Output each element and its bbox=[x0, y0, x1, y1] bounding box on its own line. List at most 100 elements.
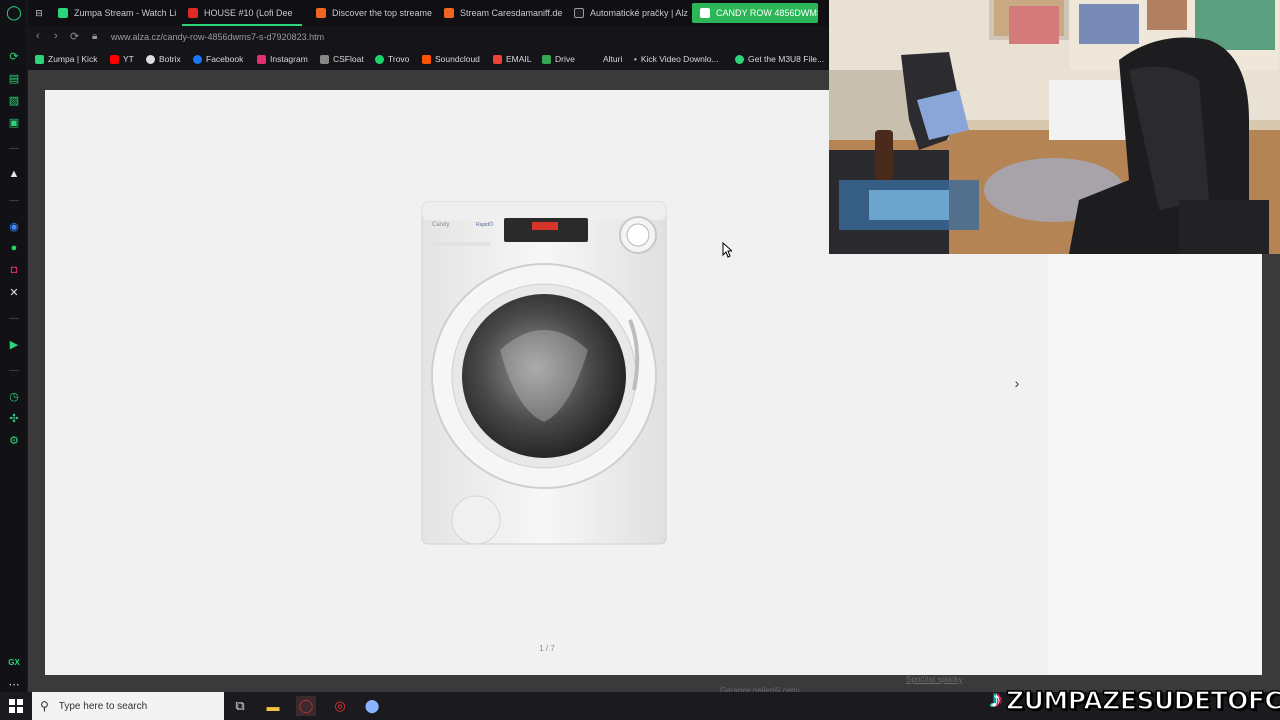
google-drive-icon bbox=[542, 54, 551, 64]
watermark-text: ZUMPAZESUDETOFC bbox=[1005, 685, 1280, 716]
bookmark-zumpa-kick[interactable]: Zumpa | Kick bbox=[35, 54, 97, 64]
bookmarks-bar: Zumpa | Kick YT Botrix Facebook Instagra… bbox=[28, 50, 828, 70]
facebook-icon bbox=[193, 54, 202, 64]
settings-gear-icon[interactable]: ⚙ bbox=[6, 432, 22, 448]
youtube-icon bbox=[188, 8, 198, 18]
bookmark-soundcloud[interactable]: Soundcloud bbox=[422, 54, 480, 64]
refresh-sidebar-icon[interactable]: ⟳ bbox=[6, 48, 22, 64]
tab-label: CANDY ROW 4856DWMS bbox=[716, 8, 818, 18]
extensions-icon[interactable]: ✣ bbox=[6, 410, 22, 426]
bookmark-label: YT bbox=[123, 54, 134, 64]
lightbox-side-panel bbox=[1048, 254, 1262, 675]
bookmark-instagram[interactable]: Instagram bbox=[257, 54, 308, 64]
tab-label: HOUSE #10 (Lofi Dee bbox=[204, 8, 293, 18]
bookmark-label: Get the M3U8 File... bbox=[748, 54, 825, 64]
task-view-icon[interactable]: ⧉ bbox=[230, 696, 250, 716]
soundcloud-icon bbox=[444, 8, 454, 18]
music-player-icon[interactable]: ▣ bbox=[6, 114, 22, 130]
more-options-icon[interactable]: ⋯ bbox=[6, 676, 22, 692]
tab-label: Automatické pračky | Alz bbox=[590, 8, 688, 18]
bookmark-label: CSFloat bbox=[333, 54, 364, 64]
chevron-right-icon: › bbox=[1014, 375, 1020, 391]
kick-icon bbox=[58, 8, 68, 18]
lock-icon: 🔒︎ bbox=[92, 31, 98, 42]
bookmark-label: Alturi bbox=[603, 54, 623, 64]
tab-discover-streamers[interactable]: Discover the top streame bbox=[308, 3, 432, 23]
gx-control-icon[interactable]: ▤ bbox=[6, 70, 22, 86]
kick-icon bbox=[35, 54, 44, 64]
url-field[interactable]: www.alza.cz/candy-row-4856dwms7-s-d79208… bbox=[111, 32, 324, 42]
youtube-icon bbox=[110, 54, 119, 64]
bookmark-yt[interactable]: YT bbox=[110, 54, 134, 64]
trovo-icon bbox=[375, 54, 384, 64]
taskbar-search[interactable]: ⚲ Type here to search bbox=[32, 692, 224, 720]
history-icon[interactable]: ◷ bbox=[6, 388, 22, 404]
player-icon[interactable]: ▶ bbox=[6, 336, 22, 352]
tab-zumpa-stream[interactable]: Zumpa Stream - Watch Li bbox=[50, 3, 176, 23]
bookmark-botrix[interactable]: Botrix bbox=[146, 54, 181, 64]
start-button[interactable] bbox=[0, 692, 32, 720]
bookmark-trovo[interactable]: Trovo bbox=[375, 54, 409, 64]
tab-stream-caresdamaniff[interactable]: Stream Caresdamaniff.de bbox=[436, 3, 562, 23]
back-icon[interactable]: ‹ bbox=[36, 30, 40, 42]
m3u8-icon bbox=[735, 54, 744, 64]
mouse-cursor-icon bbox=[722, 242, 732, 258]
alza-icon bbox=[700, 8, 710, 18]
svg-text:Candy: Candy bbox=[432, 222, 449, 228]
next-image-button[interactable]: › bbox=[1006, 372, 1028, 394]
botrix-icon bbox=[146, 54, 155, 64]
bookmark-alturi[interactable]: Alturi bbox=[590, 54, 622, 64]
bookmark-drive[interactable]: Drive bbox=[542, 54, 575, 64]
address-bar: ‹ › ⟳ 🔒︎ www.alza.cz/candy-row-4856dwms7… bbox=[28, 26, 828, 50]
bookmark-m3u8[interactable]: Get the M3U8 File... bbox=[735, 54, 824, 64]
bullet-icon: • bbox=[634, 54, 637, 64]
bookmark-label: Soundcloud bbox=[435, 54, 480, 64]
tab-menu-icon[interactable]: ⊟ bbox=[30, 3, 48, 23]
calculate-installments-link[interactable]: Spočítat splátky bbox=[906, 675, 962, 684]
bookmark-facebook[interactable]: Facebook bbox=[193, 54, 243, 64]
bookmark-email[interactable]: EMAIL bbox=[493, 54, 532, 64]
forward-icon[interactable]: › bbox=[54, 30, 58, 42]
soundcloud-icon bbox=[316, 8, 326, 18]
bookmark-label: Drive bbox=[555, 54, 575, 64]
tab-house-lofi[interactable]: HOUSE #10 (Lofi Dee bbox=[180, 3, 304, 23]
reload-icon[interactable]: ⟳ bbox=[70, 30, 79, 43]
webcam-overlay bbox=[829, 0, 1280, 254]
steam-icon[interactable]: ⬤ bbox=[362, 696, 382, 716]
instagram-icon[interactable]: ◘ bbox=[6, 262, 22, 278]
windows-logo-icon bbox=[9, 699, 23, 713]
folder-icon bbox=[590, 54, 599, 64]
instagram-icon bbox=[257, 54, 266, 64]
messenger-icon[interactable]: ◉ bbox=[6, 218, 22, 234]
gx-corner-icon[interactable]: ▨ bbox=[6, 92, 22, 108]
bookmark-label: Instagram bbox=[270, 54, 308, 64]
opera-gx-taskbar-icon[interactable]: ◯ bbox=[296, 696, 316, 716]
alza-icon bbox=[574, 8, 584, 18]
bookmark-kick-downloader[interactable]: • Kick Video Downlo... bbox=[634, 54, 719, 64]
bookmark-label: Zumpa | Kick bbox=[48, 54, 98, 64]
opera-gx-logo-icon[interactable]: ◯ bbox=[6, 4, 22, 20]
aria-icon[interactable]: ▲ bbox=[6, 166, 22, 182]
gmail-icon bbox=[493, 54, 502, 64]
svg-text:RapidÓ: RapidÓ bbox=[476, 221, 493, 228]
x-twitter-icon[interactable]: ✕ bbox=[6, 284, 22, 300]
whatsapp-icon[interactable]: ● bbox=[6, 240, 22, 256]
obs-icon[interactable]: ◎ bbox=[330, 696, 350, 716]
streamer-watermark: ♪ ZUMPAZESUDETOFC bbox=[990, 682, 1280, 718]
bookmark-label: Botrix bbox=[159, 54, 181, 64]
tab-label: Zumpa Stream - Watch Li bbox=[74, 8, 176, 18]
search-placeholder: Type here to search bbox=[58, 700, 148, 712]
tab-label: Discover the top streame bbox=[332, 8, 432, 18]
bookmark-csfloat[interactable]: CSFloat bbox=[320, 54, 364, 64]
csfloat-icon bbox=[320, 54, 329, 64]
file-explorer-icon[interactable]: ▬ bbox=[263, 696, 283, 716]
product-image-washing-machine: Candy RapidÓ bbox=[421, 201, 667, 545]
browser-sidebar: ◯ ⟳ ▤ ▨ ▣ ▲ ◉ ● ◘ ✕ ▶ ◷ ✣ ⚙ GX ⋯ bbox=[0, 0, 28, 692]
soundcloud-icon bbox=[422, 54, 431, 64]
bookmark-label: EMAIL bbox=[506, 54, 532, 64]
tab-label: Stream Caresdamaniff.de bbox=[460, 8, 562, 18]
tab-alza-washers[interactable]: Automatické pračky | Alz bbox=[566, 3, 690, 23]
tiktok-icon: ♪ bbox=[990, 686, 1002, 713]
gx-badge-icon[interactable]: GX bbox=[6, 654, 22, 670]
tab-candy-row-active[interactable]: CANDY ROW 4856DWMS bbox=[692, 3, 818, 23]
